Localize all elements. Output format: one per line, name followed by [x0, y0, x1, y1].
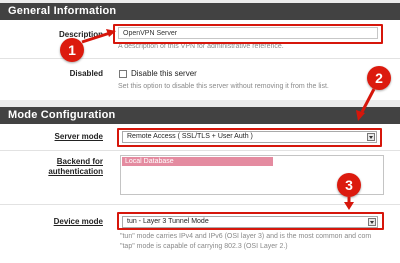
annotation-badge-1: 1: [60, 38, 84, 62]
disabled-label: Disabled: [69, 69, 103, 78]
annotation-badge-3: 3: [337, 173, 361, 197]
device-mode-label: Device mode: [53, 217, 103, 226]
description-help: A description of this VPN for administra…: [118, 43, 284, 50]
annotation-badge-2: 2: [367, 66, 391, 90]
disable-server-checkbox[interactable]: [119, 70, 127, 78]
divider: [0, 58, 400, 59]
device-mode-highlight-box: [117, 212, 384, 230]
backend-label-line2: authentication: [48, 167, 103, 176]
disabled-help: Set this option to disable this server w…: [118, 83, 329, 90]
divider: [0, 150, 400, 151]
divider: [0, 204, 400, 205]
disable-server-checkbox-label[interactable]: Disable this server: [131, 69, 197, 78]
backend-option-local-database[interactable]: Local Database: [122, 157, 273, 166]
server-mode-label: Server mode: [54, 132, 103, 141]
device-mode-help-line2: "tap" mode is capable of carrying 802.3 …: [120, 243, 288, 250]
mode-configuration-header: Mode Configuration: [0, 107, 400, 124]
device-mode-help-line1: "tun" mode carries IPv4 and IPv6 (OSI la…: [120, 233, 372, 240]
description-label: Description: [58, 30, 103, 39]
general-information-header: General Information: [0, 3, 400, 20]
description-highlight-box: [113, 24, 383, 44]
server-mode-highlight-box: [117, 128, 382, 147]
backend-label-line1: Backend for: [56, 157, 103, 166]
